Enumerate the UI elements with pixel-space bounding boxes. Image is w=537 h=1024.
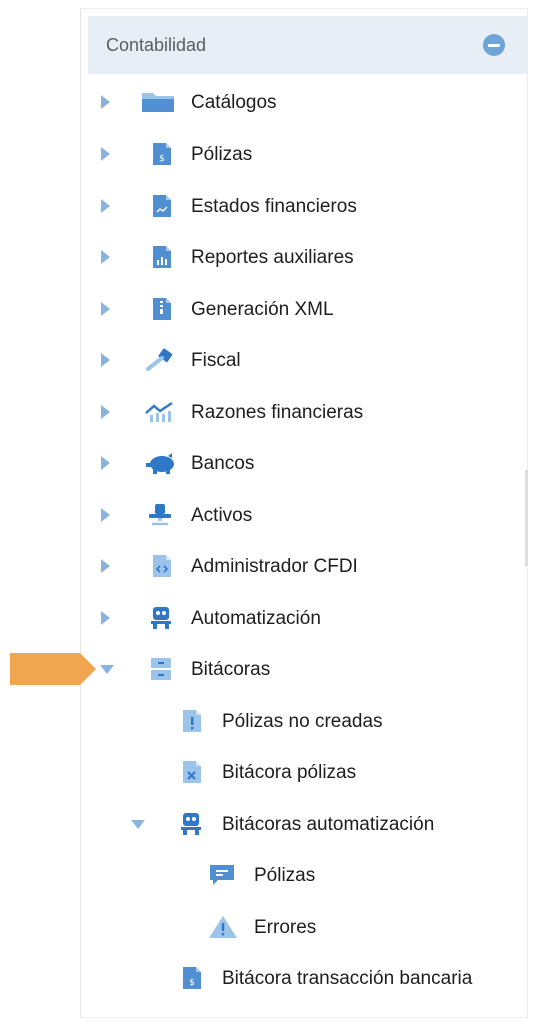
menu-item-razones-financieras[interactable]: Razones financieras: [0, 390, 537, 434]
gavel-icon: [146, 348, 173, 371]
menu-item-label: Bitácoras: [191, 659, 271, 680]
robot-icon: [181, 813, 201, 835]
menu-item-label: Automatización: [191, 608, 321, 629]
menu-item-label: Bitácoras automatización: [222, 814, 435, 835]
chevron-down-icon[interactable]: [131, 820, 145, 829]
chevron-right-icon[interactable]: [101, 302, 110, 316]
submenu-item-polizas-no-creadas[interactable]: Pólizas no creadas: [0, 699, 537, 743]
bar-chart-document-icon: [153, 246, 171, 268]
menu-item-label: Fiscal: [191, 350, 241, 371]
office-chair-icon: [149, 504, 171, 526]
menu-item-label: Bitácora transacción bancaria: [222, 968, 473, 989]
archive-drawer-icon: [151, 658, 171, 680]
submenu-item-automatizacion-errores[interactable]: Errores: [0, 905, 537, 949]
chevron-right-icon[interactable]: [101, 456, 110, 470]
menu-item-label: Catálogos: [191, 92, 277, 113]
minus-circle-icon[interactable]: [483, 34, 505, 56]
pointer-arrow-icon: [10, 653, 96, 685]
menu-item-label: Bancos: [191, 453, 255, 474]
robot-icon: [151, 607, 171, 629]
x-document-icon: [183, 761, 201, 783]
dollar-document-icon: $: [153, 143, 171, 165]
menu-item-label: Pólizas: [191, 144, 253, 165]
chevron-right-icon[interactable]: [101, 611, 110, 625]
menu-item-label: Activos: [191, 505, 253, 526]
submenu-item-automatizacion-polizas[interactable]: Pólizas: [0, 853, 537, 897]
xml-document-icon: [153, 298, 171, 320]
menu-item-label: Bitácora pólizas: [222, 762, 357, 783]
trend-chart-icon: [145, 402, 173, 422]
menu-item-label: Estados financieros: [191, 196, 357, 217]
warning-triangle-icon: [209, 916, 237, 938]
submenu-item-bitacoras-automatizacion[interactable]: Bitácoras automatización: [0, 802, 537, 846]
menu-item-label: Administrador CFDI: [191, 556, 358, 577]
chevron-right-icon[interactable]: [101, 147, 110, 161]
chevron-right-icon[interactable]: [101, 559, 110, 573]
chart-document-icon: [153, 195, 171, 217]
menu-item-estados-financieros[interactable]: Estados financieros: [0, 184, 537, 228]
chevron-right-icon[interactable]: [101, 353, 110, 367]
submenu-item-bitacora-transaccion-bancaria[interactable]: $ Bitácora transacción bancaria: [0, 956, 537, 1000]
menu-item-label: Errores: [254, 917, 317, 938]
chevron-down-icon[interactable]: [100, 665, 114, 674]
menu-item-bancos[interactable]: Bancos: [0, 441, 537, 485]
menu-item-catalogos[interactable]: Catálogos: [0, 80, 537, 124]
chevron-right-icon[interactable]: [101, 405, 110, 419]
menu-item-generacion-xml[interactable]: Generación XML: [0, 287, 537, 331]
menu-item-label: Reportes auxiliares: [191, 247, 354, 268]
message-icon: [210, 865, 234, 885]
menu-item-label: Razones financieras: [191, 402, 364, 423]
menu-item-activos[interactable]: Activos: [0, 493, 537, 537]
menu-item-automatizacion[interactable]: Automatización: [0, 596, 537, 640]
chevron-right-icon[interactable]: [101, 95, 110, 109]
chevron-right-icon[interactable]: [101, 199, 110, 213]
menu-item-reportes-auxiliares[interactable]: Reportes auxiliares: [0, 235, 537, 279]
menu-item-label: Generación XML: [191, 299, 334, 320]
panel-title: Contabilidad: [106, 35, 207, 55]
panel-header[interactable]: Contabilidad: [88, 16, 528, 74]
menu-item-label: Pólizas: [254, 865, 316, 886]
dollar-document-icon: $: [183, 967, 201, 989]
code-document-icon: [153, 555, 171, 577]
svg-text:$: $: [189, 978, 195, 988]
submenu-item-bitacora-polizas[interactable]: Bitácora pólizas: [0, 750, 537, 794]
warning-document-icon: [183, 710, 201, 732]
menu-item-polizas[interactable]: $ Pólizas: [0, 132, 537, 176]
piggy-bank-icon: [146, 453, 174, 474]
chevron-right-icon[interactable]: [101, 508, 110, 522]
svg-text:$: $: [159, 154, 165, 164]
folder-icon: [142, 93, 174, 112]
menu-item-label: Pólizas no creadas: [222, 711, 383, 732]
menu-item-fiscal[interactable]: Fiscal: [0, 338, 537, 382]
menu-item-administrador-cfdi[interactable]: Administrador CFDI: [0, 544, 537, 588]
chevron-right-icon[interactable]: [101, 250, 110, 264]
